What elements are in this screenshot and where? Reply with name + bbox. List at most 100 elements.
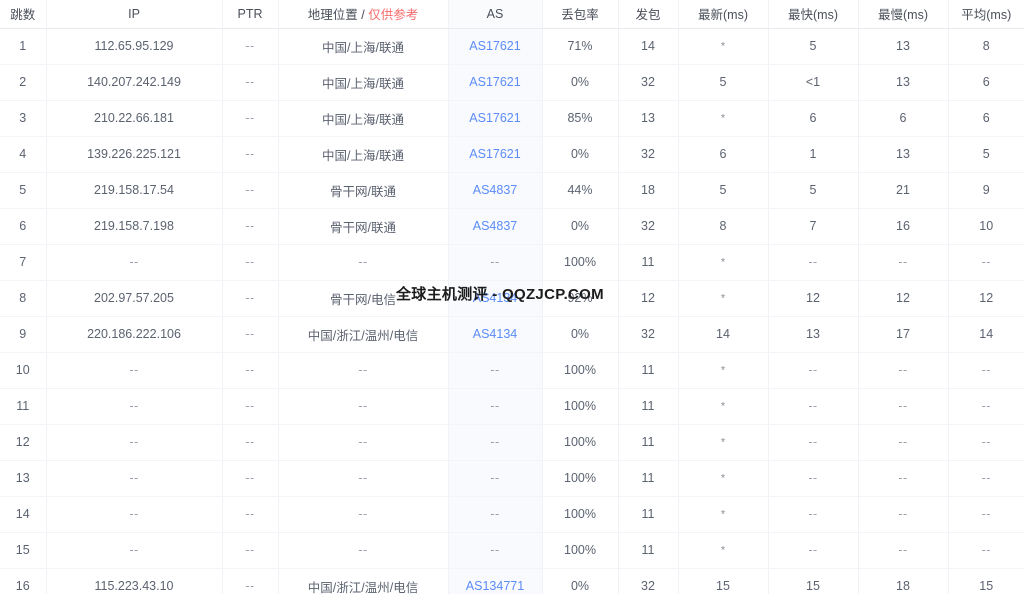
cell-sent: 32 bbox=[618, 64, 678, 100]
cell-value-sent: 11 bbox=[642, 399, 655, 413]
table-row: 15--------100%11*------ bbox=[0, 532, 1024, 568]
cell-geo: -- bbox=[278, 532, 448, 568]
column-header-loss[interactable]: 丢包率 bbox=[542, 0, 618, 28]
column-header-best[interactable]: 最快(ms) bbox=[768, 0, 858, 28]
as-link[interactable]: AS4134 bbox=[473, 291, 517, 305]
cell-avg: 15 bbox=[948, 568, 1024, 594]
cell-as[interactable]: AS4837 bbox=[448, 172, 542, 208]
column-header-hop[interactable]: 跳数 bbox=[0, 0, 46, 28]
cell-value-last: 6 bbox=[720, 147, 727, 161]
cell-ptr: -- bbox=[222, 568, 278, 594]
column-header-worst[interactable]: 最慢(ms) bbox=[858, 0, 948, 28]
cell-avg: 6 bbox=[948, 100, 1024, 136]
cell-best: -- bbox=[768, 532, 858, 568]
cell-value-geo: 骨干网/联通 bbox=[330, 221, 396, 235]
cell-value-ip: 139.226.225.121 bbox=[87, 147, 181, 161]
cell-ip: 220.186.222.106 bbox=[46, 316, 222, 352]
cell-as[interactable]: AS17621 bbox=[448, 100, 542, 136]
cell-loss: 100% bbox=[542, 496, 618, 532]
cell-avg: -- bbox=[948, 424, 1024, 460]
empty-value: -- bbox=[490, 399, 499, 413]
column-header-last[interactable]: 最新(ms) bbox=[678, 0, 768, 28]
empty-value: -- bbox=[358, 471, 367, 485]
cell-as[interactable]: AS4837 bbox=[448, 208, 542, 244]
cell-value-avg: 15 bbox=[979, 579, 993, 593]
cell-best: -- bbox=[768, 496, 858, 532]
as-link[interactable]: AS17621 bbox=[469, 39, 520, 53]
table-row: 2140.207.242.149--中国/上海/联通AS176210%325<1… bbox=[0, 64, 1024, 100]
empty-value: -- bbox=[245, 39, 254, 53]
cell-worst: 13 bbox=[858, 28, 948, 64]
cell-value-best: 13 bbox=[806, 327, 820, 341]
cell-sent: 32 bbox=[618, 568, 678, 594]
as-link[interactable]: AS17621 bbox=[469, 147, 520, 161]
as-link[interactable]: AS17621 bbox=[469, 75, 520, 89]
empty-value: -- bbox=[808, 507, 817, 521]
cell-value-best: 7 bbox=[810, 219, 817, 233]
cell-best: -- bbox=[768, 460, 858, 496]
column-header-geo[interactable]: 地理位置 / 仅供参考 bbox=[278, 0, 448, 28]
cell-value-last: 8 bbox=[720, 219, 727, 233]
timeout-marker: * bbox=[721, 365, 725, 377]
cell-avg: 8 bbox=[948, 28, 1024, 64]
cell-ip: 219.158.17.54 bbox=[46, 172, 222, 208]
column-header-ip[interactable]: IP bbox=[46, 0, 222, 28]
empty-value: -- bbox=[245, 507, 254, 521]
cell-loss: 100% bbox=[542, 352, 618, 388]
cell-value-worst: 13 bbox=[896, 147, 910, 161]
column-header-sent[interactable]: 发包 bbox=[618, 0, 678, 28]
cell-hop: 13 bbox=[0, 460, 46, 496]
cell-ptr: -- bbox=[222, 460, 278, 496]
as-link[interactable]: AS17621 bbox=[469, 111, 520, 125]
cell-value-sent: 12 bbox=[641, 291, 655, 305]
cell-value-loss: 0% bbox=[571, 75, 589, 89]
header-label-geo: 地理位置 / bbox=[308, 8, 368, 22]
as-link[interactable]: AS4837 bbox=[473, 219, 517, 233]
cell-value-hop: 1 bbox=[19, 39, 26, 53]
cell-value-best: <1 bbox=[806, 75, 820, 89]
cell-as[interactable]: AS17621 bbox=[448, 28, 542, 64]
cell-geo: -- bbox=[278, 352, 448, 388]
cell-avg: -- bbox=[948, 388, 1024, 424]
cell-ip: 112.65.95.129 bbox=[46, 28, 222, 64]
cell-sent: 18 bbox=[618, 172, 678, 208]
as-link[interactable]: AS4134 bbox=[473, 327, 517, 341]
cell-as[interactable]: AS17621 bbox=[448, 136, 542, 172]
as-link[interactable]: AS134771 bbox=[466, 579, 524, 593]
cell-value-loss: 100% bbox=[564, 435, 596, 449]
cell-best: <1 bbox=[768, 64, 858, 100]
as-link[interactable]: AS4837 bbox=[473, 183, 517, 197]
cell-avg: -- bbox=[948, 352, 1024, 388]
empty-value: -- bbox=[982, 507, 991, 521]
cell-best: 5 bbox=[768, 28, 858, 64]
cell-value-loss: 100% bbox=[564, 399, 596, 413]
cell-value-sent: 11 bbox=[642, 471, 655, 485]
table-body: 1112.65.95.129--中国/上海/联通AS1762171%14*513… bbox=[0, 28, 1024, 594]
cell-hop: 4 bbox=[0, 136, 46, 172]
cell-value-geo: 中国/浙江/温州/电信 bbox=[308, 329, 418, 343]
cell-value-geo: 中国/上海/联通 bbox=[322, 113, 404, 127]
column-header-avg[interactable]: 平均(ms) bbox=[948, 0, 1024, 28]
empty-value: -- bbox=[898, 507, 907, 521]
cell-as[interactable]: AS4134 bbox=[448, 316, 542, 352]
timeout-marker: * bbox=[721, 257, 725, 269]
cell-ptr: -- bbox=[222, 208, 278, 244]
cell-as[interactable]: AS134771 bbox=[448, 568, 542, 594]
column-header-as[interactable]: AS bbox=[448, 0, 542, 28]
cell-value-worst: 16 bbox=[896, 219, 910, 233]
cell-geo: 中国/上海/联通 bbox=[278, 136, 448, 172]
cell-value-best: 15 bbox=[806, 579, 820, 593]
column-header-ptr[interactable]: PTR bbox=[222, 0, 278, 28]
cell-as[interactable]: AS4134 bbox=[448, 280, 542, 316]
header-row: 跳数 IP PTR 地理位置 / 仅供参考 AS 丢包率 发包 最新(ms) 最… bbox=[0, 0, 1024, 28]
cell-as[interactable]: AS17621 bbox=[448, 64, 542, 100]
cell-value-geo: 中国/上海/联通 bbox=[322, 77, 404, 91]
cell-last: 15 bbox=[678, 568, 768, 594]
cell-hop: 3 bbox=[0, 100, 46, 136]
empty-value: -- bbox=[808, 363, 817, 377]
cell-last: 6 bbox=[678, 136, 768, 172]
cell-sent: 14 bbox=[618, 28, 678, 64]
cell-sent: 12 bbox=[618, 280, 678, 316]
cell-as: -- bbox=[448, 496, 542, 532]
table-row: 8202.97.57.205--骨干网/电信AS413492%12*121212 bbox=[0, 280, 1024, 316]
